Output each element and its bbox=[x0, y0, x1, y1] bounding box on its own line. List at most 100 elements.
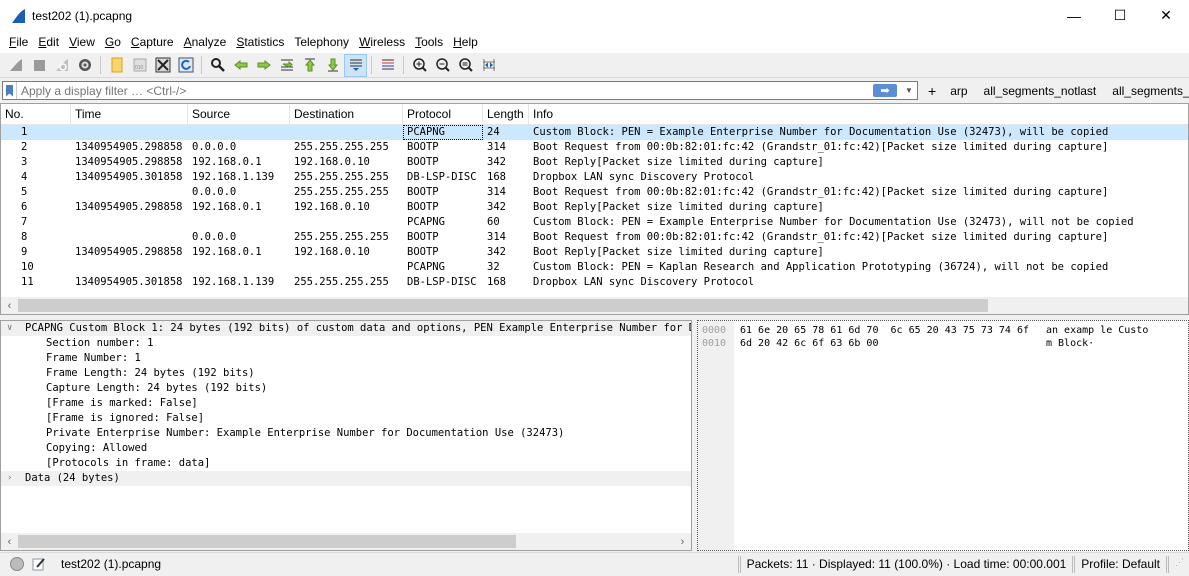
detail-tree-item[interactable]: [Frame is ignored: False] bbox=[1, 411, 691, 426]
menu-item-statistics[interactable]: Statistics bbox=[231, 31, 289, 53]
menu-item-tools[interactable]: Tools bbox=[410, 31, 448, 53]
menu-item-view[interactable]: View bbox=[64, 31, 100, 53]
scroll-left-arrow[interactable]: ‹ bbox=[1, 536, 18, 548]
detail-tree-item[interactable]: Private Enterprise Number: Example Enter… bbox=[1, 426, 691, 441]
detail-tree-item[interactable]: Frame Length: 24 bytes (192 bits) bbox=[1, 366, 691, 381]
stop-capture-icon[interactable] bbox=[27, 54, 50, 77]
detail-tree-item[interactable]: Capture Length: 24 bytes (192 bits) bbox=[1, 381, 691, 396]
column-header-protocol[interactable]: Protocol bbox=[403, 104, 483, 124]
packet-cell-info: Custom Block: PEN = Example Enterprise N… bbox=[533, 216, 1134, 228]
packet-row[interactable]: 7 PCAPNG 60 Custom Block: PEN = Example Ent… bbox=[1, 215, 1188, 230]
column-header-destination[interactable]: Destination bbox=[290, 104, 403, 124]
packet-cell-time bbox=[71, 260, 188, 275]
packet-row[interactable]: 3 1340954905.298858 192.168.0.1 192.168.0.1… bbox=[1, 155, 1188, 170]
start-capture-icon[interactable] bbox=[4, 54, 27, 77]
packet-row[interactable]: 2 1340954905.298858 0.0.0.0 255.255.255.255… bbox=[1, 140, 1188, 155]
filter-button-all-segments-notlast[interactable]: all_segments_notlast bbox=[976, 84, 1105, 98]
zoom-normal-icon[interactable] bbox=[454, 54, 477, 77]
apply-filter-button[interactable]: ➡ bbox=[873, 84, 897, 97]
go-first-icon[interactable] bbox=[298, 54, 321, 77]
detail-tree-item[interactable]: [Frame is marked: False] bbox=[1, 396, 691, 411]
bytes-offset: 0000 bbox=[702, 325, 727, 336]
column-header-source[interactable]: Source bbox=[188, 104, 290, 124]
packet-cell-info: Custom Block: PEN = Example Enterprise N… bbox=[533, 126, 1109, 138]
menu-item-help[interactable]: Help bbox=[448, 31, 483, 53]
packet-row[interactable]: 11 1340954905.301858 192.168.1.139 255.255.… bbox=[1, 275, 1188, 290]
scroll-thumb[interactable] bbox=[18, 299, 988, 312]
column-header-time[interactable]: Time bbox=[71, 104, 188, 124]
bytes-hex[interactable]: 61 6e 20 65 78 61 6d 70 6c 65 20 43 75 7… bbox=[740, 324, 1029, 337]
go-forward-icon[interactable] bbox=[252, 54, 275, 77]
restart-capture-icon[interactable] bbox=[50, 54, 73, 77]
zoom-out-icon[interactable] bbox=[431, 54, 454, 77]
menu-item-file[interactable]: File bbox=[4, 31, 33, 53]
packet-cell-len: 60 bbox=[487, 216, 500, 228]
go-back-icon[interactable] bbox=[229, 54, 252, 77]
menu-item-capture[interactable]: Capture bbox=[126, 31, 179, 53]
bytes-ascii[interactable]: m Block· bbox=[1046, 337, 1094, 350]
go-last-icon[interactable] bbox=[321, 54, 344, 77]
scroll-thumb[interactable] bbox=[18, 535, 516, 548]
resize-grip-icon[interactable]: ⋰ bbox=[1175, 557, 1189, 571]
scroll-right-arrow[interactable]: › bbox=[674, 536, 691, 548]
packet-cell-info: Dropbox LAN sync Discovery Protocol bbox=[533, 276, 755, 288]
column-header-info[interactable]: Info bbox=[529, 104, 1188, 124]
filter-button-arp[interactable]: arp bbox=[942, 84, 975, 98]
save-file-icon[interactable]: 010 bbox=[128, 54, 151, 77]
scroll-left-arrow[interactable]: ‹ bbox=[1, 300, 18, 312]
column-header-length[interactable]: Length bbox=[483, 104, 529, 124]
detail-tree-item[interactable]: ∨ PCAPNG Custom Block 1: 24 bytes (192 bi… bbox=[1, 321, 691, 336]
close-file-icon[interactable] bbox=[151, 54, 174, 77]
packet-list-hscrollbar[interactable]: ‹ bbox=[1, 297, 1188, 314]
menu-item-go[interactable]: Go bbox=[100, 31, 126, 53]
minimize-button[interactable]: — bbox=[1051, 0, 1097, 31]
detail-tree-item[interactable]: Copying: Allowed bbox=[1, 441, 691, 456]
expand-chevron-icon[interactable]: ∨ bbox=[7, 321, 17, 336]
detail-tree-item[interactable]: [Protocols in frame: data] bbox=[1, 456, 691, 471]
go-to-packet-icon[interactable] bbox=[275, 54, 298, 77]
menu-item-analyze[interactable]: Analyze bbox=[179, 31, 232, 53]
resize-columns-icon[interactable] bbox=[477, 54, 500, 77]
close-button[interactable]: ✕ bbox=[1143, 0, 1189, 31]
collapse-chevron-icon[interactable]: › bbox=[7, 471, 17, 486]
display-filter-input[interactable] bbox=[21, 83, 873, 98]
packet-row[interactable]: 6 1340954905.298858 192.168.0.1 192.168.0.1… bbox=[1, 200, 1188, 215]
detail-tree-item[interactable]: Frame Number: 1 bbox=[1, 351, 691, 366]
reload-file-icon[interactable] bbox=[174, 54, 197, 77]
find-packet-icon[interactable] bbox=[206, 54, 229, 77]
status-packet-stats: Packets: 11 · Displayed: 11 (100.0%) · L… bbox=[746, 557, 1067, 571]
packet-row[interactable]: 5 0.0.0.0 255.255.255.255 BOOTP 314 Boot Requ… bbox=[1, 185, 1188, 200]
packet-row[interactable]: 1 PCAPNG 24 Custom Block: PEN = Example Ent… bbox=[1, 125, 1188, 140]
details-hscrollbar[interactable]: ‹ › bbox=[1, 533, 691, 550]
menu-item-telephony[interactable]: Telephony bbox=[289, 31, 354, 53]
bytes-hex[interactable]: 6d 20 42 6c 6f 63 6b 00 bbox=[740, 337, 878, 350]
open-file-icon[interactable] bbox=[105, 54, 128, 77]
colorize-icon[interactable] bbox=[376, 54, 399, 77]
detail-tree-item[interactable]: › Data (24 bytes) bbox=[1, 471, 691, 486]
packet-cell-no: 6 bbox=[21, 201, 28, 213]
bookmark-icon[interactable] bbox=[3, 82, 17, 99]
zoom-in-icon[interactable] bbox=[408, 54, 431, 77]
menu-item-edit[interactable]: Edit bbox=[33, 31, 64, 53]
maximize-button[interactable]: ☐ bbox=[1097, 0, 1143, 31]
packet-bytes-pane: 0000 61 6e 20 65 78 61 6d 70 6c 65 20 43 … bbox=[697, 320, 1189, 551]
packet-row[interactable]: 8 0.0.0.0 255.255.255.255 BOOTP 314 Boot Requ… bbox=[1, 230, 1188, 245]
capture-options-icon[interactable] bbox=[73, 54, 96, 77]
expert-info-led-icon[interactable] bbox=[10, 557, 24, 571]
filter-history-dropdown[interactable]: ▼ bbox=[903, 86, 915, 95]
add-filter-button[interactable]: + bbox=[922, 83, 942, 99]
detail-tree-text: Copying: Allowed bbox=[46, 442, 148, 454]
packet-cell-time bbox=[71, 125, 188, 140]
capture-comment-icon[interactable] bbox=[32, 557, 46, 571]
menu-item-wireless[interactable]: Wireless bbox=[354, 31, 410, 53]
packet-row[interactable]: 10 PCAPNG 32 Custom Block: PEN = Kaplan Res… bbox=[1, 260, 1188, 275]
status-profile[interactable]: Profile: Default bbox=[1081, 557, 1160, 571]
detail-tree-item[interactable]: Section number: 1 bbox=[1, 336, 691, 351]
column-header-no[interactable]: No. bbox=[1, 104, 71, 124]
filter-button-all-segments-last[interactable]: all_segments_last bbox=[1104, 84, 1189, 98]
packet-row[interactable]: 9 1340954905.298858 192.168.0.1 192.168.0.1… bbox=[1, 245, 1188, 260]
auto-scroll-icon[interactable] bbox=[344, 53, 367, 77]
bytes-ascii[interactable]: an examp le Custo bbox=[1046, 324, 1148, 337]
packet-row[interactable]: 4 1340954905.301858 192.168.1.139 255.255.2… bbox=[1, 170, 1188, 185]
detail-tree-text: [Frame is marked: False] bbox=[46, 397, 198, 409]
